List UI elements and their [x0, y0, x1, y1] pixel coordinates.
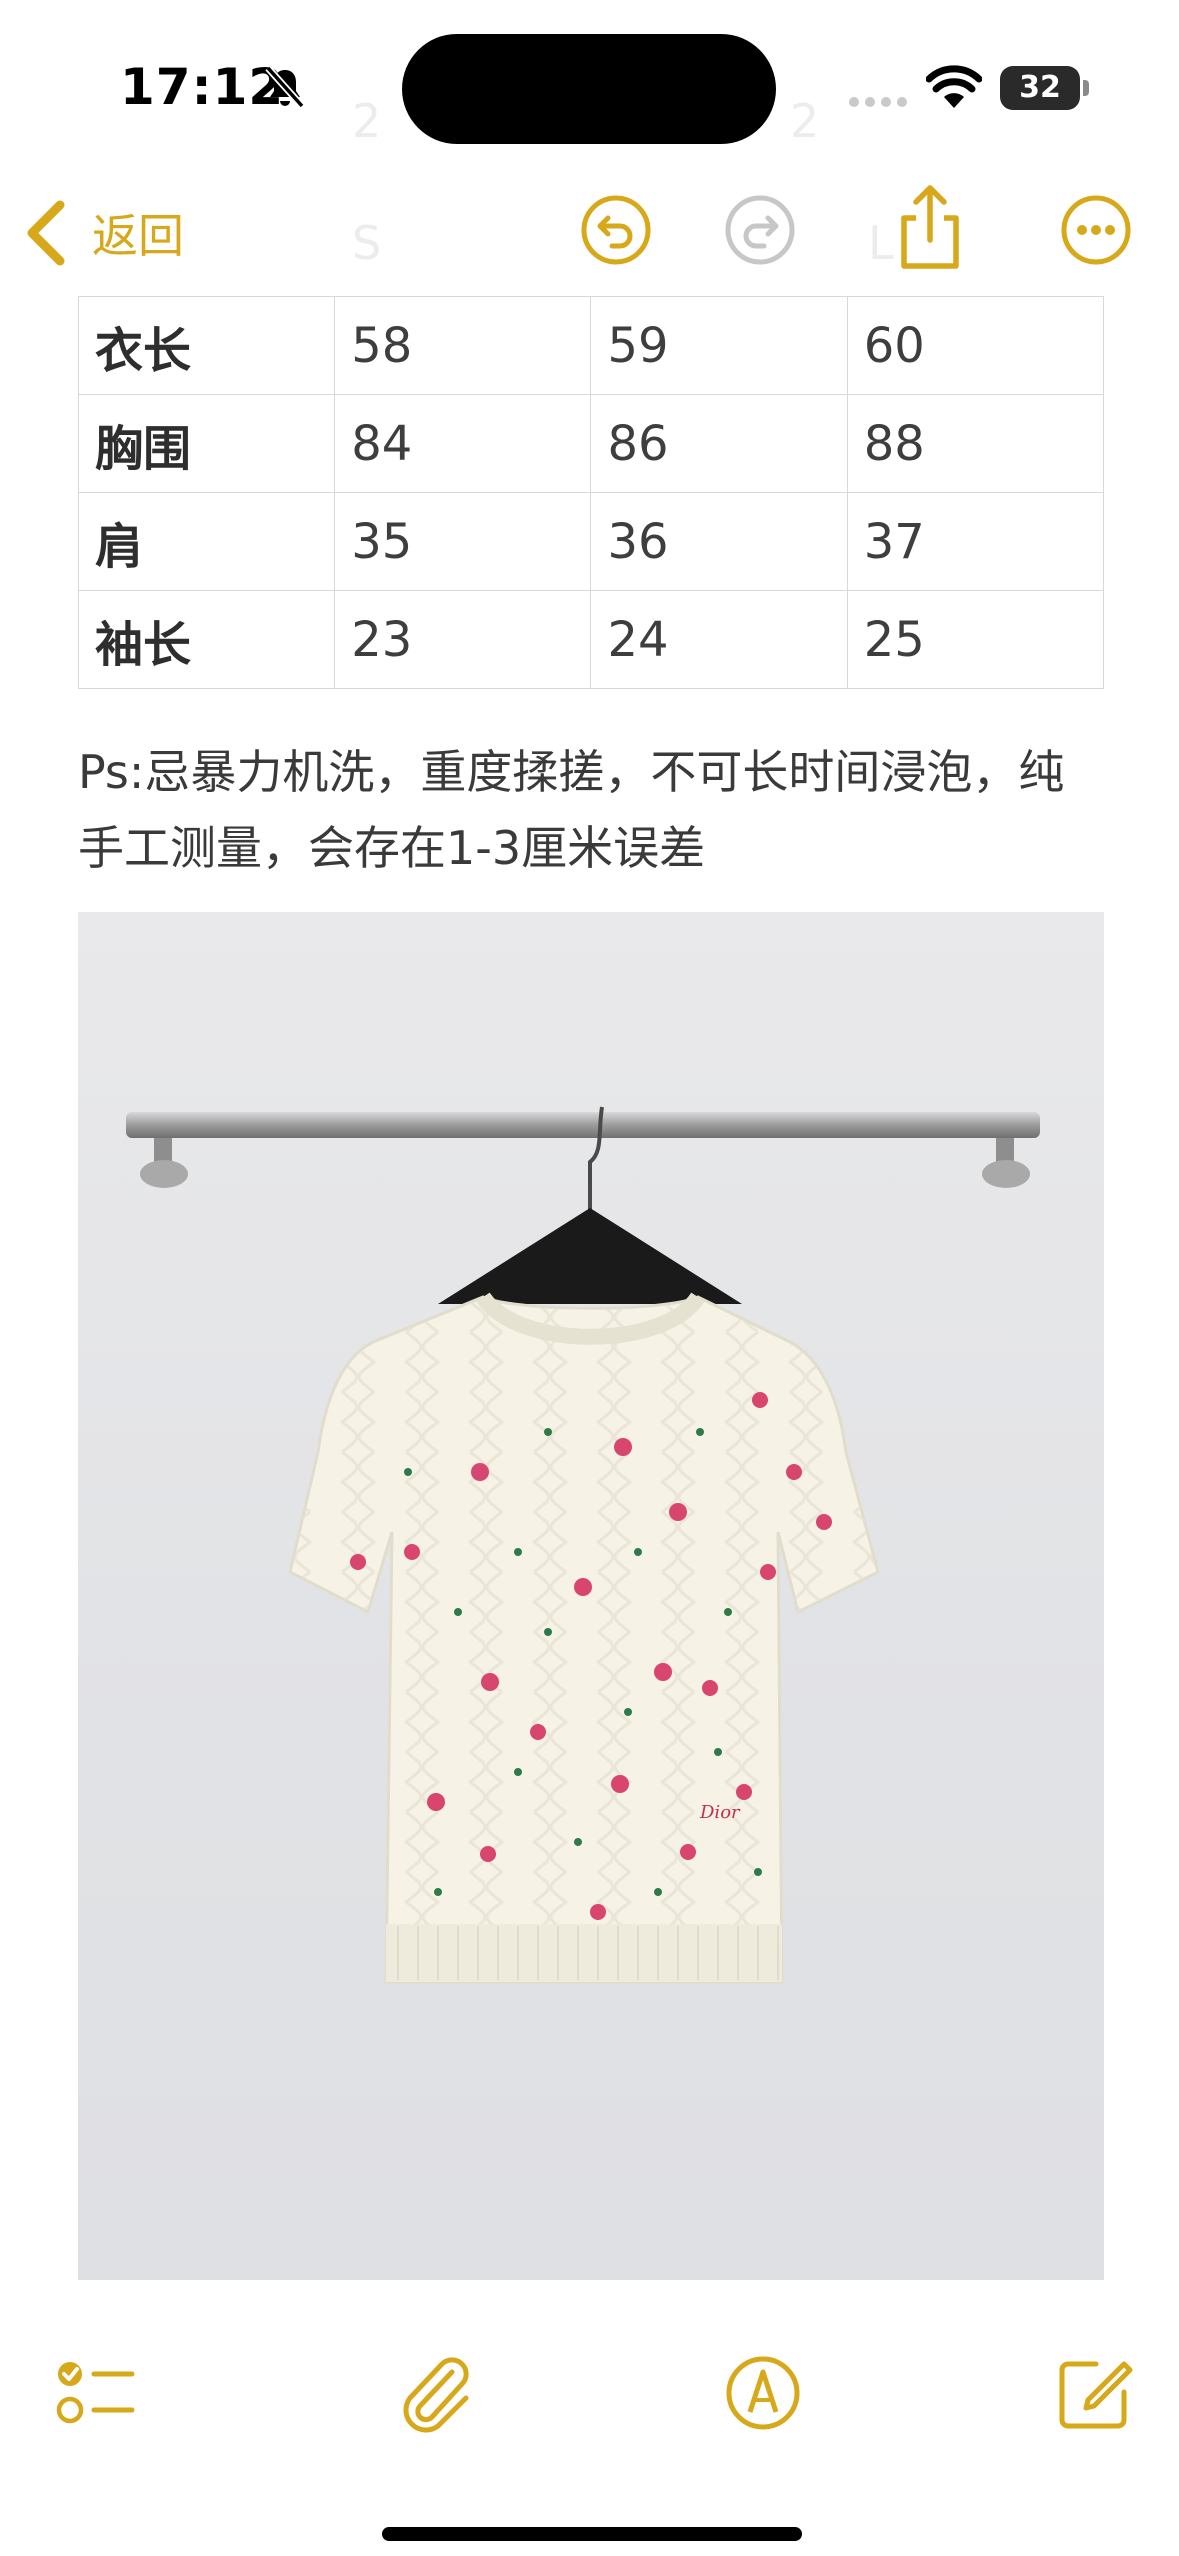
home-indicator[interactable] [382, 2527, 802, 2541]
checklist-icon[interactable] [52, 2350, 138, 2436]
table-cell: 88 [846, 394, 1105, 493]
redo-icon[interactable] [722, 192, 798, 268]
brand-embroidery: Dior [699, 1802, 741, 1823]
back-button[interactable]: 返回 [22, 188, 184, 278]
table-cell: 60 [846, 296, 1105, 395]
table-row: 肩 35 36 37 [77, 492, 1105, 591]
table-row: 衣长 58 59 60 [77, 296, 1105, 395]
ghost-text: S [352, 216, 382, 270]
compose-icon[interactable] [1052, 2350, 1138, 2436]
table-row-label: 肩 [77, 492, 336, 591]
bottom-toolbar [0, 2350, 1179, 2460]
product-photo[interactable]: Dior [78, 912, 1104, 2280]
ghost-text: 2 [790, 94, 820, 148]
table-row-label: 袖长 [77, 590, 336, 689]
table-cell: 84 [334, 394, 592, 493]
status-time: 17:12 [120, 58, 285, 116]
signal-dots-icon [849, 97, 907, 107]
table-cell: 58 [334, 296, 592, 395]
table-cell: 59 [590, 296, 848, 395]
table-cell: 37 [846, 492, 1105, 591]
table-cell: 35 [334, 492, 592, 591]
share-icon[interactable] [890, 182, 970, 272]
dynamic-island [402, 34, 776, 144]
back-label: 返回 [92, 209, 184, 263]
table-row: 袖长 23 24 25 [77, 590, 1105, 689]
table-cell: 86 [590, 394, 848, 493]
navigation-bar: 2 2 S L 返回 [0, 94, 1179, 290]
table-row: 胸围 84 86 88 [77, 394, 1105, 493]
table-cell: 23 [334, 590, 592, 689]
undo-icon[interactable] [578, 192, 654, 268]
markup-pen-icon[interactable] [720, 2350, 806, 2436]
table-row-label: 衣长 [77, 296, 336, 395]
paperclip-icon[interactable] [392, 2350, 478, 2436]
ghost-text: 2 [352, 94, 382, 148]
care-note: Ps:忌暴力机洗，重度揉搓，不可长时间浸泡，纯手工测量，会存在1-3厘米误差 [78, 745, 1065, 875]
table-cell: 25 [846, 590, 1105, 689]
wifi-icon [926, 65, 982, 108]
battery-cap [1083, 80, 1089, 96]
table-row-label: 胸围 [77, 394, 336, 493]
status-bar: 17:12 32 [0, 0, 1179, 160]
battery-indicator: 32 [1000, 66, 1090, 110]
table-cell: 36 [590, 492, 848, 591]
chevron-left-icon [27, 200, 65, 266]
more-icon[interactable] [1058, 192, 1134, 268]
bell-slash-icon [265, 65, 305, 109]
sweater-illustration: Dior [126, 1106, 1040, 1984]
size-table: 衣长 58 59 60 胸围 84 86 88 肩 35 36 37 袖长 23… [77, 296, 1105, 689]
table-cell: 24 [590, 590, 848, 689]
battery-level: 32 [1000, 66, 1080, 110]
